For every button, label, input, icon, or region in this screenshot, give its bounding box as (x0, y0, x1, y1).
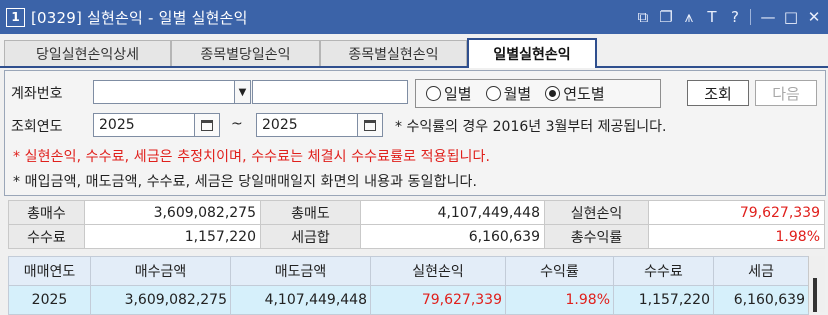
chevron-down-icon: ▼ (238, 86, 247, 98)
year-from-calendar-button[interactable] (194, 113, 220, 137)
tab-stock-daily-pnl[interactable]: 종목별당일손익 (171, 40, 320, 66)
fee-label: 수수료 (8, 224, 85, 249)
grid-header-row: 매매연도 매수금액 매도금액 실현손익 수익률 수수료 세금 (8, 256, 809, 286)
help-icon[interactable]: ? (727, 8, 743, 26)
new-window-icon[interactable]: ❐ (658, 8, 674, 26)
rate-note: * 수익률의 경우 2016년 3월부터 제공됩니다. (395, 119, 667, 135)
col-header-tax[interactable]: 세금 (713, 256, 809, 286)
radio-circle (485, 86, 501, 101)
summary-row: 수수료 1,157,220 세금합 6,160,639 총수익률 1.98% (8, 224, 825, 249)
year-to-calendar-button[interactable] (357, 113, 383, 137)
warning-note: * 실현손익, 수수료, 세금은 추정치이며, 수수료는 체결시 수수료률로 적… (13, 149, 491, 165)
total-return-value: 1.98% (648, 224, 825, 249)
table-row[interactable]: 2025 3,609,082,275 4,107,449,448 79,627,… (8, 285, 809, 315)
tax-value: 6,160,639 (360, 224, 545, 249)
radio-circle-selected (545, 86, 561, 101)
total-buy-value: 3,609,082,275 (84, 200, 261, 225)
range-tilde: ~ (231, 116, 243, 132)
text-size-icon[interactable]: T (704, 8, 720, 26)
tab-daily-realized-detail[interactable]: 당일실현손익상세 (4, 40, 171, 66)
tab-daily-realized-pnl[interactable]: 일별실현손익 (467, 38, 597, 68)
yearly-grid: 매매연도 매수금액 매도금액 실현손익 수익률 수수료 세금 2025 3,60… (8, 256, 809, 315)
cell-year: 2025 (8, 285, 91, 315)
total-sell-label: 총매도 (260, 200, 361, 225)
next-button[interactable]: 다음 (755, 80, 817, 106)
radio-yearly-label: 연도별 (563, 85, 605, 103)
tab-bar: 당일실현손익상세 종목별당일손익 종목별실현손익 일별실현손익 (0, 36, 828, 68)
total-sell-value: 4,107,449,448 (360, 200, 545, 225)
title-separator (750, 9, 753, 25)
realized-pnl-label: 실현손익 (544, 200, 649, 225)
total-return-label: 총수익률 (544, 224, 649, 249)
info-note: * 매입금액, 매도금액, 수수료, 세금은 당일매매일지 화면의 내용과 동일… (13, 174, 478, 190)
minimize-icon[interactable]: — (760, 8, 776, 26)
col-header-return[interactable]: 수익률 (505, 256, 614, 286)
total-buy-label: 총매수 (8, 200, 85, 225)
account-input[interactable] (93, 80, 235, 104)
col-header-fee[interactable]: 수수료 (613, 256, 714, 286)
radio-dot (549, 90, 557, 97)
calendar-icon (364, 119, 376, 131)
account-dropdown[interactable]: ▼ (234, 80, 251, 104)
col-header-realized-pnl[interactable]: 실현손익 (370, 256, 506, 286)
year-from-input[interactable]: 2025 (93, 113, 195, 137)
col-header-buy-amount[interactable]: 매수금액 (90, 256, 231, 286)
window-title: [0329] 실현손익 - 일별 실현손익 (31, 8, 248, 27)
cell-sell-amount: 4,107,449,448 (230, 285, 371, 315)
account-name-field (252, 80, 408, 104)
cell-fee: 1,157,220 (613, 285, 714, 315)
fee-value: 1,157,220 (84, 224, 261, 249)
title-bar: 1 [0329] 실현손익 - 일별 실현손익 ⧉ ❐ ⩚ T ? — □ ✕ (0, 0, 828, 34)
scrollbar-thumb[interactable] (813, 278, 817, 312)
realized-pnl-value: 79,627,339 (648, 200, 825, 225)
pin-icon[interactable]: ⩚ (681, 8, 697, 26)
cell-tax: 6,160,639 (713, 285, 809, 315)
radio-yearly[interactable]: 연도별 (545, 83, 605, 104)
account-label: 계좌번호 (11, 86, 63, 102)
close-icon[interactable]: ✕ (806, 8, 822, 26)
year-to-input[interactable]: 2025 (256, 113, 358, 137)
maximize-icon[interactable]: □ (783, 8, 799, 26)
radio-monthly[interactable]: 월별 (485, 83, 532, 104)
window-controls: ⧉ ❐ ⩚ T ? — □ ✕ (635, 0, 822, 34)
search-button[interactable]: 조회 (687, 80, 749, 106)
radio-circle (426, 86, 441, 101)
calendar-icon (201, 119, 213, 131)
col-header-year[interactable]: 매매연도 (8, 256, 91, 286)
grid-scrollbar[interactable] (808, 256, 825, 312)
restore-icon[interactable]: ⧉ (635, 8, 651, 26)
cell-realized-pnl: 79,627,339 (370, 285, 506, 315)
window-number-badge: 1 (6, 7, 25, 27)
year-label: 조회연도 (11, 119, 63, 135)
tax-label: 세금합 (260, 224, 361, 249)
cell-buy-amount: 3,609,082,275 (90, 285, 231, 315)
radio-daily-label: 일별 (444, 85, 472, 103)
period-radio-group: 일별 월별 연도별 (415, 79, 661, 108)
summary-row: 총매수 3,609,082,275 총매도 4,107,449,448 실현손익… (8, 200, 825, 225)
cell-return: 1.98% (505, 285, 614, 315)
col-header-sell-amount[interactable]: 매도금액 (230, 256, 371, 286)
radio-monthly-label: 월별 (503, 85, 532, 103)
tab-stock-realized-pnl[interactable]: 종목별실현손익 (320, 40, 467, 66)
summary-table: 총매수 3,609,082,275 총매도 4,107,449,448 실현손익… (8, 200, 825, 249)
radio-daily[interactable]: 일별 (426, 83, 472, 104)
query-panel: 계좌번호 ▼ 일별 월별 연도별 조회 다음 조회연도 2025 ~ 2025 … (4, 70, 826, 196)
